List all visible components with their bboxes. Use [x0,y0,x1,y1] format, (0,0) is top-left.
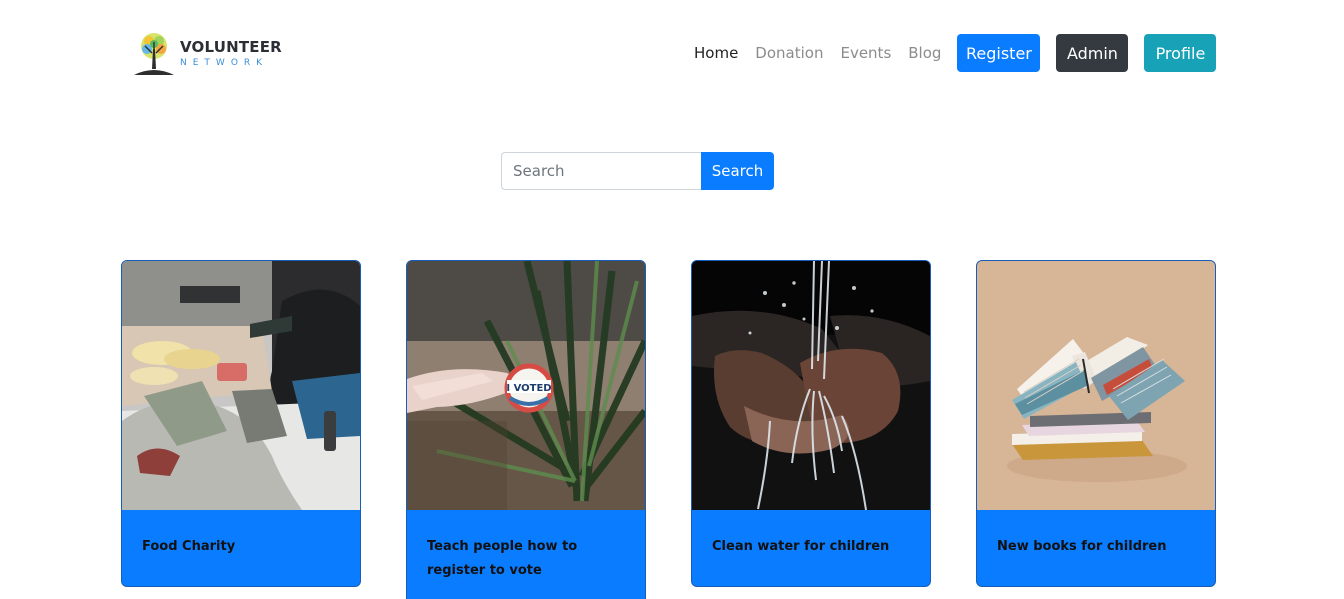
books-image [977,261,1215,510]
profile-button[interactable]: Profile [1144,34,1217,72]
search-button[interactable]: Search [701,152,774,190]
main-nav: Home Donation Events Blog Register Admin… [694,34,1217,72]
admin-button[interactable]: Admin [1056,34,1129,72]
card-title: Clean water for children [712,539,890,554]
brand-subtitle: NETWORK [180,58,269,68]
event-card-voter-registration[interactable]: I VOTED Teach people how to register to … [406,260,646,599]
brand-logo[interactable]: VOLUNTEER NETWORK [132,30,292,78]
food-charity-image [122,261,360,510]
card-title: New books for children [997,539,1167,554]
card-title: Teach people how to register to vote [427,539,578,578]
water-hands-image [692,261,930,510]
nav-home[interactable]: Home [694,44,738,62]
svg-text:I VOTED: I VOTED [506,383,551,394]
page: VOLUNTEER NETWORK Home Donation Events B… [0,0,1344,599]
event-card-books[interactable]: New books for children [976,260,1216,587]
nav-events[interactable]: Events [840,44,891,62]
card-title: Food Charity [142,539,236,554]
brand-title: VOLUNTEER [180,38,282,56]
nav-donation[interactable]: Donation [755,44,823,62]
tree-logo-icon [134,33,174,75]
nav-blog[interactable]: Blog [908,44,941,62]
voting-sticker-image: I VOTED [407,261,645,510]
event-card-clean-water[interactable]: Clean water for children [691,260,931,587]
register-button[interactable]: Register [957,34,1041,72]
event-card-food-charity[interactable]: Food Charity [121,260,361,587]
search-input[interactable] [501,152,701,190]
